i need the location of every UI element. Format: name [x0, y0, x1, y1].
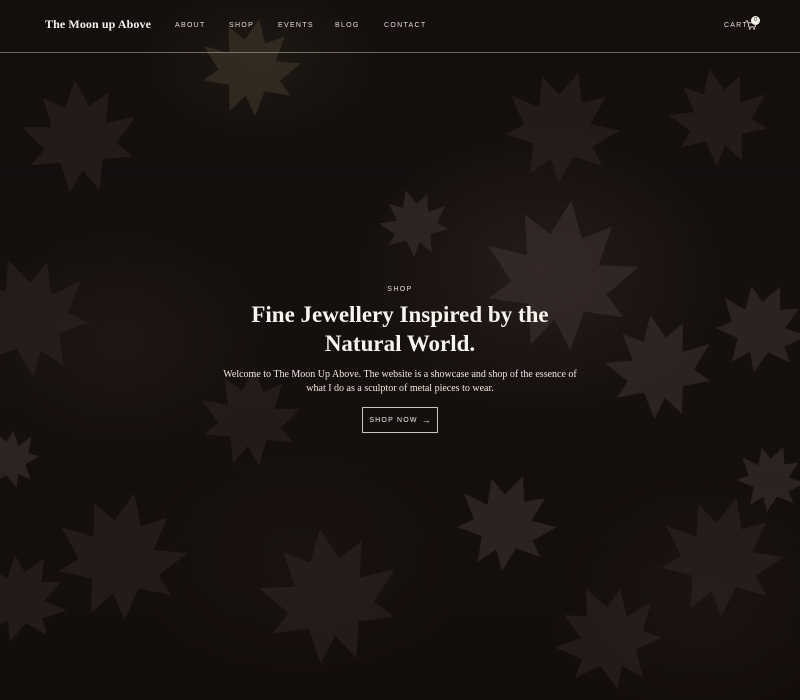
shop-now-label: SHOP NOW: [369, 416, 418, 424]
hero-section: SHOP Fine Jewellery Inspired by the Natu…: [0, 0, 800, 700]
hero-eyebrow: SHOP: [387, 286, 413, 293]
hero-headline: Fine Jewellery Inspired by the Natural W…: [251, 302, 549, 356]
arrow-right-icon: →: [421, 415, 431, 425]
hero-intro: Welcome to The Moon Up Above. The websit…: [223, 369, 577, 394]
shop-now-button[interactable]: SHOP NOW →: [362, 407, 438, 433]
